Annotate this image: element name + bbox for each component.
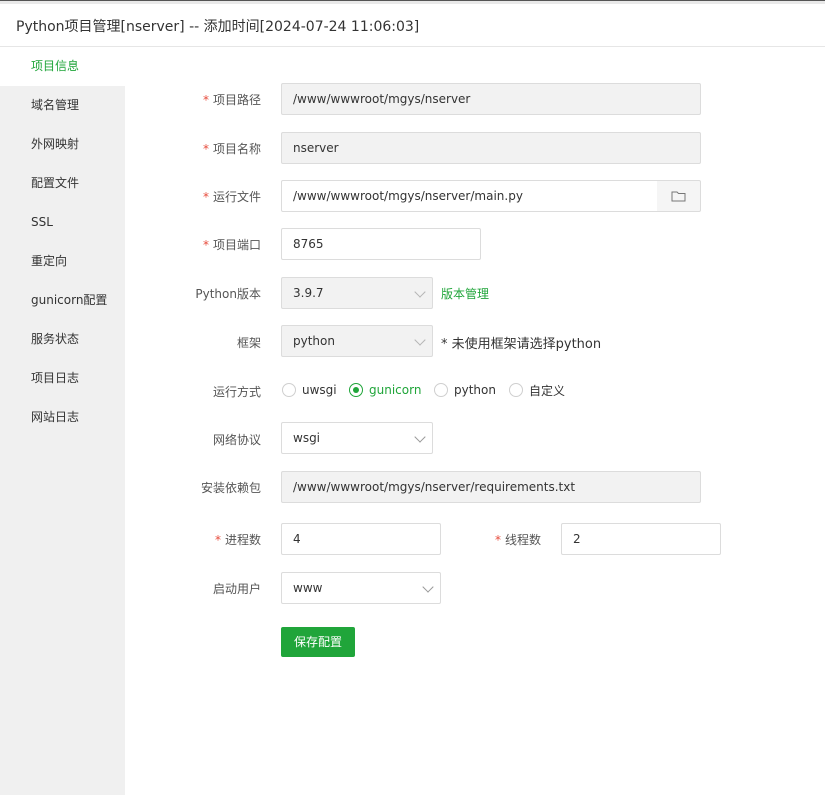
version-management-link[interactable]: 版本管理	[441, 285, 489, 302]
threads-label: * 线程数	[494, 533, 541, 547]
sidebar-item-label: 项目信息	[31, 59, 80, 73]
run-mode-radio-custom[interactable]: 自定义	[509, 382, 565, 398]
project-name-label: * 项目名称	[202, 142, 261, 156]
project-path-label: * 项目路径	[202, 93, 261, 107]
chevron-down-icon	[422, 581, 434, 593]
project-info-form: * 项目路径 /www/wwwroot/mgys/nserver * 项目名称 ns…	[125, 47, 825, 795]
sidebar-item-site-log[interactable]: 网站日志	[0, 398, 125, 437]
radio-circle	[349, 383, 363, 397]
network-protocol-label: 网络协议	[212, 433, 261, 447]
framework-hint: * 未使用框架请选择python	[441, 337, 602, 352]
required-mark: *	[202, 93, 209, 107]
run-file-input[interactable]: /www/wwwroot/mgys/nserver/main.py	[281, 180, 658, 212]
threads-input[interactable]: 2	[561, 523, 721, 555]
title-bar: Python项目管理[nserver] -- 添加时间[2024-07-24 1…	[0, 4, 825, 47]
window-title: Python项目管理[nserver] -- 添加时间[2024-07-24 1…	[16, 19, 420, 35]
sidebar-item-label: 项目日志	[31, 371, 80, 385]
project-name-input[interactable]: nserver	[281, 132, 701, 164]
framework-label: 框架	[236, 336, 261, 350]
browse-folder-button[interactable]	[657, 180, 701, 212]
required-mark: *	[202, 190, 209, 204]
install-deps-label: 安装依赖包	[200, 481, 261, 495]
radio-circle	[282, 383, 296, 397]
processes-input[interactable]: 4	[281, 523, 441, 555]
sidebar-item-label: gunicorn配置	[31, 293, 108, 307]
sidebar-item-service-status[interactable]: 服务状态	[0, 320, 125, 359]
run-mode-radio-python[interactable]: python	[434, 382, 496, 398]
run-user-label: 启动用户	[212, 582, 261, 596]
sidebar-item-label: 外网映射	[31, 137, 80, 151]
network-protocol-select[interactable]: wsgi	[281, 422, 433, 454]
framework-select[interactable]: python	[281, 325, 433, 357]
sidebar-item-config-file[interactable]: 配置文件	[0, 164, 125, 203]
chevron-down-icon	[414, 286, 426, 298]
run-mode-radio-uwsgi[interactable]: uwsgi	[282, 382, 337, 398]
project-path-input[interactable]: /www/wwwroot/mgys/nserver	[281, 83, 701, 115]
radio-circle	[509, 383, 523, 397]
chevron-down-icon	[414, 334, 426, 346]
sidebar-item-external-mapping[interactable]: 外网映射	[0, 125, 125, 164]
sidebar-item-project-info[interactable]: 项目信息	[0, 47, 125, 86]
install-deps-input[interactable]: /www/wwwroot/mgys/nserver/requirements.t…	[281, 471, 701, 503]
required-mark: *	[202, 238, 209, 252]
sidebar-item-label: SSL	[31, 215, 53, 229]
required-mark: *	[494, 533, 501, 547]
sidebar-item-label: 重定向	[31, 254, 68, 268]
run-user-select[interactable]: www	[281, 572, 441, 604]
run-mode-radio-gunicorn[interactable]: gunicorn	[349, 382, 421, 398]
python-version-select[interactable]: 3.9.7	[281, 277, 433, 309]
required-mark: *	[202, 142, 209, 156]
chevron-down-icon	[414, 431, 426, 443]
sidebar-item-redirect[interactable]: 重定向	[0, 242, 125, 281]
sidebar-item-domain-management[interactable]: 域名管理	[0, 86, 125, 125]
save-config-button[interactable]: 保存配置	[281, 627, 355, 657]
run-mode-label: 运行方式	[212, 385, 261, 399]
radio-circle	[434, 383, 448, 397]
sidebar-item-label: 配置文件	[31, 176, 80, 190]
sidebar-item-label: 域名管理	[31, 98, 80, 112]
sidebar: 项目信息 域名管理 外网映射 配置文件 SSL 重定向 gunicorn配置 服…	[0, 47, 125, 795]
sidebar-item-label: 服务状态	[31, 332, 80, 346]
sidebar-item-gunicorn-config[interactable]: gunicorn配置	[0, 281, 125, 320]
sidebar-item-label: 网站日志	[31, 410, 80, 424]
project-port-input[interactable]: 8765	[281, 228, 481, 260]
required-mark: *	[214, 533, 221, 547]
run-file-label: * 运行文件	[202, 190, 261, 204]
project-port-label: * 项目端口	[202, 238, 261, 252]
sidebar-item-ssl[interactable]: SSL	[0, 203, 125, 242]
folder-icon	[671, 191, 686, 202]
processes-label: * 进程数	[214, 533, 261, 547]
sidebar-item-project-log[interactable]: 项目日志	[0, 359, 125, 398]
python-version-label: Python版本	[195, 287, 261, 301]
